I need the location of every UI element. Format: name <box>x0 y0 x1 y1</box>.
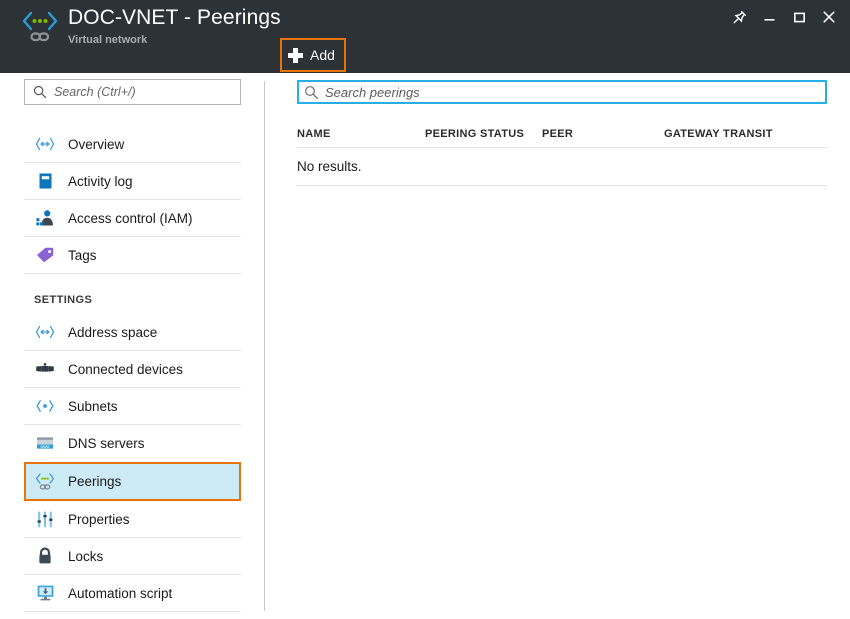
sidebar-item-label: Properties <box>68 511 130 527</box>
activity-log-icon <box>34 170 56 192</box>
address-space-icon <box>34 321 56 343</box>
page-title: DOC-VNET - Peerings <box>68 6 281 29</box>
sidebar-item-label: Subnets <box>68 398 118 414</box>
maximize-icon[interactable] <box>784 4 814 30</box>
sidebar-item-automation-script[interactable]: Automation script <box>24 575 241 612</box>
svg-text:www: www <box>40 444 50 449</box>
peerings-content: NAME PEERING STATUS PEER GATEWAY TRANSIT… <box>297 73 827 186</box>
virtual-network-icon <box>34 133 56 155</box>
column-header-name[interactable]: NAME <box>297 128 425 140</box>
peerings-search[interactable] <box>297 80 827 104</box>
properties-icon <box>34 508 56 530</box>
table-header-row: NAME PEERING STATUS PEER GATEWAY TRANSIT <box>297 120 827 148</box>
sidebar-item-access-control[interactable]: Access control (IAM) <box>24 200 241 237</box>
connected-devices-icon <box>34 358 56 380</box>
table-empty-row: No results. <box>297 148 827 186</box>
peerings-icon <box>34 471 56 493</box>
column-header-peering-status[interactable]: PEERING STATUS <box>425 128 542 140</box>
sidebar-item-connected-devices[interactable]: Connected devices <box>24 351 241 388</box>
sidebar-item-label: Peerings <box>68 474 122 489</box>
sidebar-item-label: Address space <box>68 324 158 340</box>
sidebar-item-label: DNS servers <box>68 435 145 451</box>
blade-header: DOC-VNET - Peerings Virtual network Add <box>0 0 850 73</box>
column-header-gateway-transit[interactable]: GATEWAY TRANSIT <box>664 128 824 140</box>
sidebar-item-label: Overview <box>68 136 125 152</box>
sidebar-item-label: Locks <box>68 548 104 564</box>
minimize-icon[interactable] <box>754 4 784 30</box>
sidebar-item-properties[interactable]: Properties <box>24 501 241 538</box>
close-icon[interactable] <box>814 4 844 30</box>
sidebar-item-label: Connected devices <box>68 361 183 377</box>
settings-section-header: SETTINGS <box>34 294 93 306</box>
add-button[interactable]: Add <box>280 38 346 72</box>
blade-body: Overview Activity log <box>0 73 850 619</box>
tag-icon <box>34 244 56 266</box>
sidebar-item-label: Tags <box>68 247 97 263</box>
column-header-peer[interactable]: PEER <box>542 128 664 140</box>
access-control-icon <box>34 207 56 229</box>
peerings-table: NAME PEERING STATUS PEER GATEWAY TRANSIT… <box>297 120 827 186</box>
no-results-text: No results. <box>297 159 362 174</box>
automation-script-icon <box>34 582 56 604</box>
blade-menu: Overview Activity log <box>24 73 241 612</box>
blade-title-block: DOC-VNET - Peerings Virtual network <box>18 5 281 49</box>
sidebar-item-dns-servers[interactable]: www DNS servers <box>24 425 241 462</box>
sidebar-item-activity-log[interactable]: Activity log <box>24 163 241 200</box>
sidebar-item-label: Automation script <box>68 585 173 601</box>
sidebar-item-label: Access control (IAM) <box>68 210 193 226</box>
plus-icon <box>288 47 303 63</box>
add-button-label: Add <box>310 47 335 63</box>
sidebar-item-address-space[interactable]: Address space <box>24 314 241 351</box>
menu-content-divider <box>264 81 265 611</box>
dns-servers-icon: www <box>34 432 56 454</box>
sidebar-item-peerings[interactable]: Peerings <box>24 462 241 501</box>
page-subtitle: Virtual network <box>68 34 148 46</box>
pin-icon[interactable] <box>724 4 754 30</box>
search-input[interactable] <box>54 85 222 99</box>
search-icon <box>304 85 319 100</box>
lock-icon <box>34 545 56 567</box>
sidebar-item-locks[interactable]: Locks <box>24 538 241 575</box>
sidebar-item-label: Activity log <box>68 173 133 189</box>
peerings-search-input[interactable] <box>325 84 825 100</box>
window-controls <box>724 4 844 30</box>
azure-portal-blade: DOC-VNET - Peerings Virtual network Add … <box>0 0 850 619</box>
sidebar-item-subnets[interactable]: Subnets <box>24 388 241 425</box>
blade-toolbar: Add <box>280 38 346 72</box>
menu-primary-list: Overview Activity log Access control (IA… <box>24 126 241 612</box>
subnets-icon <box>34 395 56 417</box>
search-icon <box>33 85 47 99</box>
virtual-network-peering-icon <box>18 7 62 49</box>
sidebar-item-overview[interactable]: Overview <box>24 126 241 163</box>
sidebar-item-tags[interactable]: Tags <box>24 237 241 274</box>
menu-search[interactable] <box>24 79 241 105</box>
